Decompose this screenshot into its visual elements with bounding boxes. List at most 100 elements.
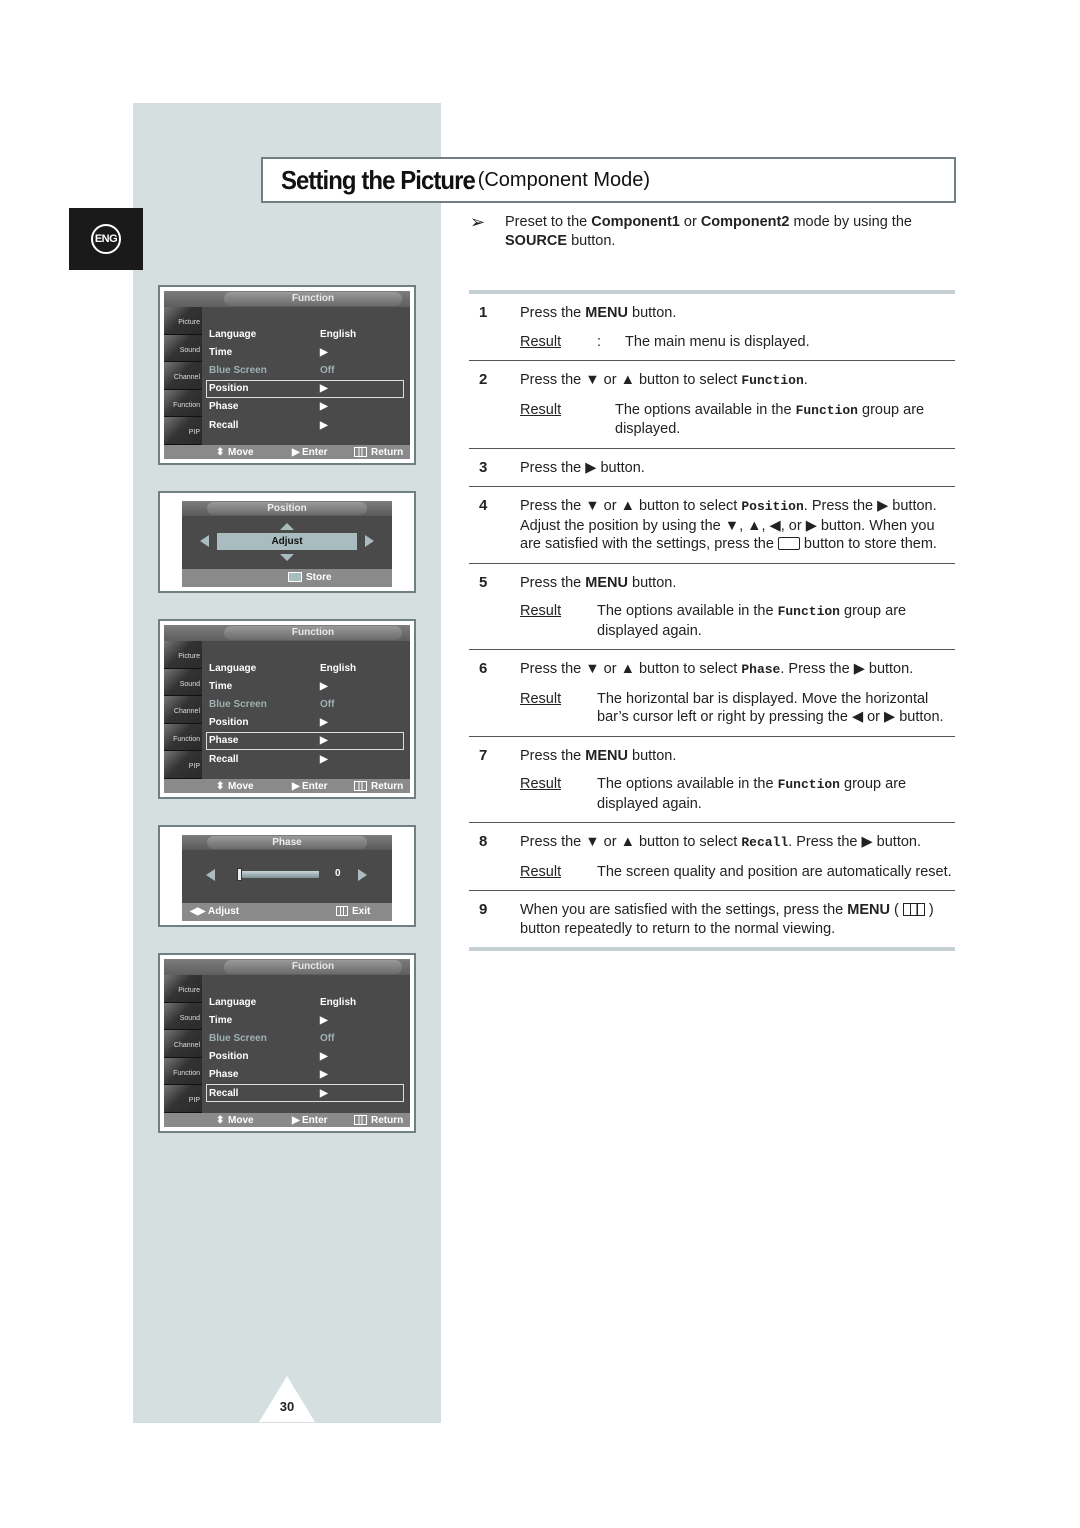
osd-menu-item-phase[interactable]: Phase ▶ xyxy=(206,398,404,416)
step-7: 7 Press the MENU button. Result The optio… xyxy=(469,737,955,823)
result-text: The main menu is displayed. xyxy=(625,333,810,350)
osd-menu-rows: Language English Time ▶ Blue Screen Off Positi… xyxy=(206,993,404,1103)
osd-menu-item-time[interactable]: Time ▶ xyxy=(206,677,404,695)
osd-header-title: Function xyxy=(224,292,402,306)
osd-category-sound[interactable]: Sound xyxy=(164,668,202,696)
step-1: 1 Press the MENU button. Result: The main… xyxy=(469,294,955,361)
osd-menu-item-language[interactable]: Language English xyxy=(206,325,404,343)
exit-label: Exit xyxy=(352,906,371,917)
store-label: Store xyxy=(306,572,332,583)
step-number: 8 xyxy=(479,833,488,850)
osd-menu-item-recall[interactable]: Recall ▶ xyxy=(206,416,404,434)
title-main: Setting the Picture xyxy=(281,164,476,195)
osd-category-label: PIP xyxy=(188,763,200,770)
osd-category-sidebar: Picture Sound Channel Function PIP xyxy=(164,641,202,779)
osd-item-label: Position xyxy=(209,717,249,729)
osd-menu-item-phase[interactable]: Phase ▶ xyxy=(206,1066,404,1084)
step-8: 8 Press the ▼ or ▲ button to select Reca… xyxy=(469,823,955,891)
osd-menu-item-position[interactable]: Position ▶ xyxy=(206,714,404,732)
preset-text: Preset to the Component1 or Component2 m… xyxy=(505,214,912,249)
osd-category-picture[interactable]: Picture xyxy=(164,975,202,1003)
osd-header: Function xyxy=(164,959,410,975)
osd-menu-rows: Language English Time ▶ Blue Screen Off Positi… xyxy=(206,325,404,434)
move-label: Move xyxy=(228,446,254,458)
up-down-arrows-icon: ⬍ xyxy=(216,1114,225,1126)
osd-header-title: Function xyxy=(224,626,402,640)
osd-item-label: Time xyxy=(209,346,233,358)
step-number: 3 xyxy=(479,458,488,476)
osd-item-value: ▶ xyxy=(320,735,328,747)
osd-category-sidebar: Picture Sound Channel Function PIP xyxy=(164,975,202,1113)
osd-menu-item-language[interactable]: Language English xyxy=(206,659,404,677)
osd-menu-item-blue-screen[interactable]: Blue Screen Off xyxy=(206,361,404,379)
up-down-arrows-icon: ⬍ xyxy=(216,446,225,458)
osd-item-value: ▶ xyxy=(320,1087,328,1099)
osd-footer: ⬍ Move ▶ Enter Return xyxy=(164,445,410,459)
step-text: Press the MENU button. xyxy=(520,305,677,321)
osd-header: Function xyxy=(164,291,410,307)
osd-item-value: ▶ xyxy=(320,419,328,431)
result-label: Result xyxy=(520,776,562,792)
osd-category-function[interactable]: Function xyxy=(164,723,202,751)
osd-category-pip[interactable]: PIP xyxy=(164,1085,202,1113)
step-2: 2 Press the ▼ or ▲ button to select Func… xyxy=(469,361,955,449)
osd-function-screen-2: Function Picture Sound Channel Function PIP La… xyxy=(158,619,416,799)
osd-menu-item-time[interactable]: Time ▶ xyxy=(206,1011,404,1029)
osd-category-pip[interactable]: PIP xyxy=(164,417,202,445)
osd-category-label: Picture xyxy=(178,319,200,326)
osd-position-screen: Position Adjust Store xyxy=(158,491,416,593)
osd-footer: ◀▶ Adjust Exit xyxy=(182,903,392,921)
osd-category-sound[interactable]: Sound xyxy=(164,334,202,362)
osd-category-pip[interactable]: PIP xyxy=(164,751,202,779)
enter-label: Enter xyxy=(302,446,328,458)
osd-item-value: ▶ xyxy=(320,1069,328,1081)
osd-category-channel[interactable]: Channel xyxy=(164,696,202,724)
osd-menu-item-position[interactable]: Position ▶ xyxy=(206,1048,404,1066)
language-tab: ENG xyxy=(69,208,143,270)
step-number: 5 xyxy=(479,573,488,591)
language-badge: ENG xyxy=(91,224,121,254)
phase-slider-thumb[interactable] xyxy=(237,868,242,881)
osd-item-label: Phase xyxy=(209,1069,239,1081)
osd-category-sound[interactable]: Sound xyxy=(164,1002,202,1030)
osd-menu-item-language[interactable]: Language English xyxy=(206,993,404,1011)
adjust-field[interactable]: Adjust xyxy=(217,533,357,550)
arrow-pointer-icon: ➢ xyxy=(470,212,486,232)
osd-category-function[interactable]: Function xyxy=(164,389,202,417)
step-text: Press the MENU button. xyxy=(520,747,677,764)
osd-item-label: Position xyxy=(209,1051,249,1063)
osd-item-label: Recall xyxy=(209,1087,239,1099)
steps-list: 1 Press the MENU button. Result: The main… xyxy=(469,290,955,951)
phase-slider-track[interactable] xyxy=(237,868,319,881)
osd-menu-item-phase[interactable]: Phase ▶ xyxy=(206,731,404,750)
osd-item-value: ▶ xyxy=(320,1051,328,1063)
osd-item-value: Off xyxy=(320,698,335,710)
menu-icon xyxy=(902,903,925,916)
menu-icon xyxy=(354,781,367,791)
osd-category-picture[interactable]: Picture xyxy=(164,641,202,669)
osd-menu-item-position[interactable]: Position ▶ xyxy=(206,379,404,398)
enter-arrow-icon: ▶ xyxy=(292,780,300,792)
menu-icon xyxy=(354,447,367,457)
return-label: Return xyxy=(371,780,404,792)
osd-category-channel[interactable]: Channel xyxy=(164,362,202,390)
osd-item-value: ▶ xyxy=(320,401,328,413)
osd-category-function[interactable]: Function xyxy=(164,1057,202,1085)
osd-menu-item-blue-screen[interactable]: Blue Screen Off xyxy=(206,695,404,713)
osd-menu-item-recall[interactable]: Recall ▶ xyxy=(206,1083,404,1103)
osd-item-label: Blue Screen xyxy=(209,364,267,376)
osd-category-channel[interactable]: Channel xyxy=(164,1030,202,1058)
osd-category-picture[interactable]: Picture xyxy=(164,307,202,335)
osd-menu-item-time[interactable]: Time ▶ xyxy=(206,343,404,361)
left-right-arrows-icon: ◀▶ xyxy=(190,906,206,917)
step-number: 4 xyxy=(479,497,488,514)
menu-icon xyxy=(336,906,348,916)
osd-item-label: Language xyxy=(209,996,257,1008)
right-arrow-icon xyxy=(358,869,367,881)
result-label: Result xyxy=(520,603,562,619)
step-result: Result: The main menu is displayed. xyxy=(520,333,955,352)
osd-function-screen-1: Function Picture Sound Channel Function PIP La… xyxy=(158,285,416,465)
osd-menu-item-recall[interactable]: Recall ▶ xyxy=(206,750,404,768)
osd-menu-item-blue-screen[interactable]: Blue Screen Off xyxy=(206,1029,404,1047)
preset-note: ➢ Preset to the Component1 or Component2… xyxy=(470,213,940,251)
